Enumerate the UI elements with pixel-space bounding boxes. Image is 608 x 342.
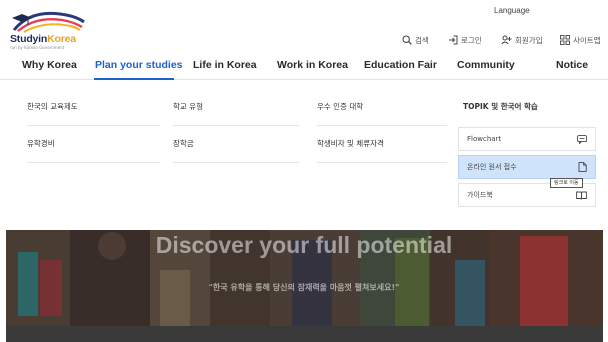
online-application-label: 온라인 원서 접수	[467, 163, 517, 171]
flowchart-label: Flowchart	[467, 135, 502, 143]
online-application-card[interactable]: 온라인 원서 접수	[458, 155, 596, 179]
hero-subtitle: "한국 유학을 통해 당신의 잠재력을 마음껏 펼쳐보세요!"	[208, 283, 400, 292]
submenu-scholarships[interactable]: 장학금	[173, 136, 299, 163]
main-nav: Why Korea Plan your studies Life in Kore…	[0, 54, 608, 80]
login-label: 로그인	[461, 35, 482, 45]
guidebook-label: 가이드북	[467, 191, 493, 199]
chat-icon	[577, 134, 587, 144]
tooltip-go-to-link: 링크로 이동	[550, 178, 583, 188]
study-in-korea-logo[interactable]: StudyinKorea run by Korean Government	[4, 8, 96, 50]
signup-button[interactable]: 회원가입	[501, 33, 543, 47]
nav-item-notice[interactable]: Notice	[556, 59, 588, 71]
hero-banner: Discover your full potential "한국 유학을 통해 …	[0, 230, 608, 326]
document-icon	[578, 162, 587, 172]
hero-title: Discover your full potential	[155, 232, 453, 258]
signup-label: 회원가입	[515, 35, 543, 45]
search-button[interactable]: 검색	[402, 33, 429, 47]
site-header: StudyinKorea run by Korean Government La…	[0, 0, 608, 52]
submenu-school-types[interactable]: 학교 유형	[173, 99, 299, 126]
flowchart-card[interactable]: Flowchart	[458, 127, 596, 151]
nav-item-work-in-korea[interactable]: Work in Korea	[277, 59, 348, 71]
login-button[interactable]: 로그인	[448, 33, 482, 47]
nav-item-community[interactable]: Community	[457, 59, 515, 71]
sitemap-button[interactable]: 사이트맵	[560, 33, 601, 47]
nav-item-life-in-korea[interactable]: Life in Korea	[193, 59, 257, 71]
submenu-study-costs[interactable]: 유학경비	[27, 136, 160, 163]
search-label: 검색	[415, 35, 429, 45]
page-edge-left	[0, 230, 6, 342]
nav-item-why-korea[interactable]: Why Korea	[22, 59, 77, 71]
grid-icon	[560, 35, 570, 45]
submenu-topik-korean-learning[interactable]: TOPIK 및 한국어 학습	[463, 99, 596, 126]
submenu-certified-universities[interactable]: 우수 인증 대학	[317, 99, 447, 126]
submenu-student-visa[interactable]: 학생비자 및 체류자격	[317, 136, 447, 163]
submenu-education-system[interactable]: 한국의 교육제도	[27, 99, 160, 126]
logo-wordmark: StudyinKorea	[10, 33, 76, 45]
login-icon	[449, 35, 458, 45]
search-icon	[402, 35, 412, 45]
hero-bottom-strip	[0, 326, 608, 342]
nav-item-education-fair[interactable]: Education Fair	[364, 59, 437, 71]
page-edge-right	[603, 230, 608, 342]
book-icon	[576, 191, 587, 199]
logo-tagline: run by Korean Government	[10, 45, 65, 50]
sitemap-label: 사이트맵	[573, 35, 601, 45]
language-selector[interactable]: Language	[494, 6, 530, 15]
nav-item-plan-your-studies[interactable]: Plan your studies	[95, 59, 183, 71]
logo-swoosh-icon	[12, 11, 85, 33]
add-user-icon	[501, 35, 512, 45]
